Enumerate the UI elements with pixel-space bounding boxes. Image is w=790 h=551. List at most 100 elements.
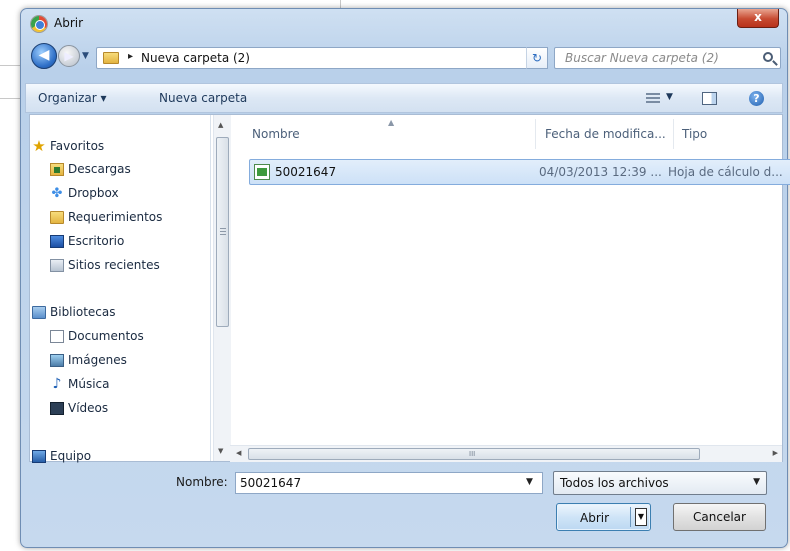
search-input[interactable]: Buscar Nueva carpeta (2) [554,47,781,69]
column-divider[interactable] [673,119,674,149]
sidebar-item-label: Dropbox [68,186,119,200]
chrome-icon [31,16,47,32]
sidebar-item-imagenes[interactable]: Imágenes [50,353,127,367]
open-button[interactable]: Abrir ▼ [556,503,651,531]
views-dropdown-icon[interactable]: ▼ [666,92,673,102]
sidebar-item-documentos[interactable]: Documentos [50,329,144,343]
window-title: Abrir [54,16,84,30]
sidebar-item-requerimientos[interactable]: Requerimientos [50,210,163,224]
column-header-type[interactable]: Tipo [682,127,707,141]
back-arrow-icon: ◀ [38,47,50,63]
sidebar-item-label: Imágenes [68,353,127,367]
sidebar-item-sitios-recientes[interactable]: Sitios recientes [50,258,160,272]
scroll-up-arrow-icon[interactable]: ▲ [218,121,223,129]
sidebar-item-label: Requerimientos [68,210,163,224]
sidebar-item-label: Música [68,377,110,391]
file-name: 50021647 [275,165,337,179]
column-header-date[interactable]: Fecha de modifica... [545,127,666,141]
command-toolbar: Organizar ▾ Nueva carpeta ▼ ? [25,83,783,113]
address-bar[interactable]: ▸ Nueva carpeta (2) ▼ [96,47,546,69]
views-icon[interactable] [646,93,660,104]
sidebar-item-equipo[interactable]: Equipo [32,449,92,463]
forward-arrow-icon: ▶ [64,49,74,63]
sidebar-item-videos[interactable]: Vídeos [50,401,109,415]
sidebar-item-label: Sitios recientes [68,258,160,272]
back-button[interactable]: ◀ [31,43,57,69]
sidebar-item-label: Documentos [68,329,144,343]
scroll-left-arrow-icon[interactable]: ◀ [236,449,241,457]
file-type-select[interactable]: Todos los archivos ▼ [553,471,767,495]
help-icon[interactable]: ? [749,91,764,106]
chevron-down-icon: ▼ [753,477,760,487]
file-list-horizontal-scrollbar[interactable]: ◀ III ▶ [230,445,782,462]
scrollbar-thumb[interactable] [216,137,229,327]
refresh-button[interactable]: ↻ [526,47,548,69]
file-type: Hoja de cálculo d... [668,165,783,179]
sidebar-item-label: Escritorio [68,234,125,248]
sidebar-item-label: Vídeos [68,401,109,415]
file-type-value: Todos los archivos [560,476,669,490]
cancel-button[interactable]: Cancelar [673,503,766,531]
desktop-icon [50,235,64,248]
pictures-icon [50,354,64,367]
sidebar-item-label: Equipo [50,449,92,463]
downloads-folder-icon [50,163,64,176]
close-button[interactable]: x [737,9,779,28]
breadcrumb-separator-icon[interactable]: ▸ [128,51,133,62]
videos-icon [50,402,64,415]
music-icon: ♪ [52,376,62,392]
preview-pane-icon[interactable] [702,92,717,105]
file-name-dropdown-icon[interactable]: ▼ [526,477,533,487]
navigation-pane: ★ Favoritos Descargas ✤ Dropbox Requerim… [30,115,211,463]
sidebar-item-musica[interactable]: ♪ Música [53,377,110,391]
spreadsheet-file-icon [254,164,270,180]
sidebar-item-bibliotecas[interactable]: Bibliotecas [32,305,116,319]
scroll-down-arrow-icon[interactable]: ▼ [218,447,223,455]
sidebar-item-label: Favoritos [50,139,105,153]
scrollbar-grip-icon [220,228,226,236]
sort-indicator-icon: ▲ [388,118,395,127]
sidebar-item-escritorio[interactable]: Escritorio [50,234,125,248]
sidebar-item-label: Bibliotecas [50,305,116,319]
search-icon[interactable] [763,52,773,62]
star-icon: ★ [32,137,46,155]
file-name-value: 50021647 [240,476,302,490]
file-name-input[interactable]: 50021647 [235,472,543,494]
breadcrumb-current-folder[interactable]: Nueva carpeta (2) [141,51,250,65]
forward-button[interactable]: ▶ [58,45,80,67]
scrollbar-grip-icon: III [469,450,476,458]
refresh-icon: ↻ [531,51,543,65]
organize-button[interactable]: Organizar ▾ [38,91,107,105]
navigation-pane-scrollbar[interactable]: ▲ ▼ [213,115,231,461]
sidebar-item-label: Descargas [68,162,131,176]
search-placeholder: Buscar Nueva carpeta (2) [565,51,719,65]
sidebar-item-favorites[interactable]: ★ Favoritos [32,139,105,154]
new-folder-button[interactable]: Nueva carpeta [159,91,247,105]
folder-icon [103,52,119,64]
dropbox-icon: ✤ [51,186,63,201]
documents-icon [50,330,64,343]
column-divider[interactable] [535,119,536,149]
scroll-right-arrow-icon[interactable]: ▶ [773,449,778,457]
split-divider [630,507,631,527]
sidebar-item-descargas[interactable]: Descargas [50,162,131,176]
title-bar: Abrir x [21,9,787,39]
background-divider-vertical [340,0,341,8]
background-divider-horizontal-2 [0,98,22,99]
recent-locations-dropdown[interactable]: ▼ [82,51,89,61]
libraries-icon [32,306,46,319]
recent-places-icon [50,259,64,272]
browser-area: ★ Favoritos Descargas ✤ Dropbox Requerim… [29,114,790,463]
computer-icon [32,450,46,463]
horizontal-scrollbar-thumb[interactable]: III [248,448,700,460]
column-header-name[interactable]: Nombre [252,127,300,141]
sidebar-item-dropbox[interactable]: ✤ Dropbox [52,186,119,200]
background-divider-horizontal [0,65,22,66]
folder-icon [50,211,64,224]
file-date: 04/03/2013 12:39 ... [539,165,662,179]
open-button-label: Abrir [580,511,610,525]
file-row-selected[interactable]: 50021647 04/03/2013 12:39 ... Hoja de cá… [249,159,790,185]
open-file-dialog: Abrir x ◀ ▶ ▼ ▸ Nueva carpeta (2) ▼ ↻ Bu… [20,8,790,548]
file-list: ▲ Nombre Fecha de modifica... Tipo 50021… [233,115,790,461]
open-options-dropdown-icon[interactable]: ▼ [635,508,647,526]
